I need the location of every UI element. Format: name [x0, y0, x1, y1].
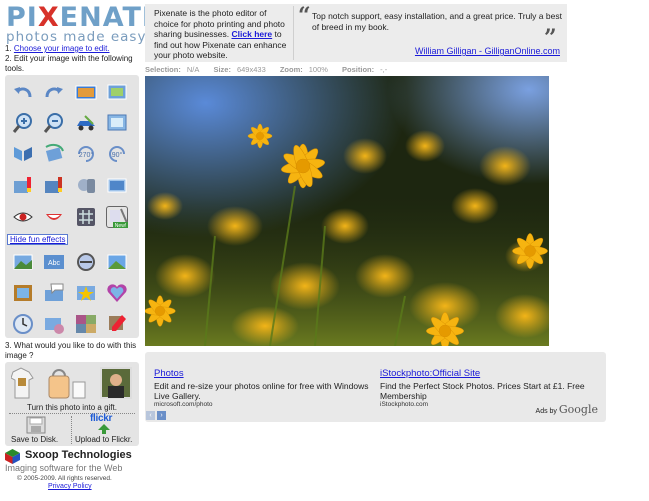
company-tagline: Imaging software for the Web — [5, 463, 123, 473]
grid-icon[interactable] — [75, 206, 97, 228]
testimonial-author-link[interactable]: William Gilligan - GilliganOnline.com — [415, 46, 560, 56]
rotate-left-icon[interactable] — [12, 81, 34, 103]
status-bar: Selection: N/A Size: 649x433 Zoom: 100% Pos… — [145, 65, 388, 74]
prev-ad-icon[interactable]: ‹ — [146, 411, 155, 420]
flip-icon[interactable] — [12, 143, 34, 165]
privacy-policy-link[interactable]: Privacy Policy — [48, 483, 92, 490]
mail-icon[interactable] — [43, 313, 65, 335]
sxoop-cube-icon — [5, 449, 20, 464]
star-icon[interactable] — [75, 282, 97, 304]
open-quote-icon: “ — [298, 3, 311, 29]
ad-title[interactable]: Photos — [154, 368, 184, 379]
picture-frame-icon[interactable] — [12, 282, 34, 304]
pencil-icon[interactable] — [106, 313, 128, 335]
landscape-icon[interactable] — [12, 251, 34, 273]
step3-question: 3. What would you like to do with this i… — [5, 341, 137, 360]
speech-bubble-icon[interactable] — [43, 282, 65, 304]
export-options: Turn this photo into a gift. Save to Dis… — [5, 362, 139, 446]
logo-tagline: photos made easy — [6, 29, 147, 45]
choose-image-link[interactable]: Choose your image to edit. — [14, 44, 110, 53]
copyright: © 2005-2009. All rights reserved. — [17, 475, 112, 482]
photo-canvas[interactable] — [145, 76, 549, 346]
save-to-disk-link[interactable]: Save to Disk. — [11, 435, 58, 444]
rotate-icon[interactable] — [43, 143, 65, 165]
ad-panel: Photos Edit and re-size your photos onli… — [145, 352, 606, 422]
frame-icon[interactable] — [106, 112, 128, 134]
resize-icon[interactable] — [75, 81, 97, 103]
ad-url: microsoft.com/photo — [154, 401, 213, 408]
ad-navigation: ‹ › — [146, 404, 168, 422]
zoom-in-icon[interactable] — [12, 112, 34, 134]
rotate-90-label: 90° — [112, 151, 123, 159]
levels-icon[interactable] — [106, 175, 128, 197]
ads-by-google[interactable]: Ads by Google — [536, 403, 598, 416]
save-disk-icon[interactable] — [26, 416, 46, 434]
testimonial: “ Top notch support, easy installation, … — [293, 3, 564, 60]
zoom-value: 100% — [308, 65, 328, 74]
contrast-icon[interactable] — [43, 175, 65, 197]
hide-fun-effects-link[interactable]: Hide fun effects — [7, 234, 69, 245]
text-abc-label: Abc — [48, 260, 61, 267]
ad-text: Find the Perfect Stock Photos. Prices St… — [380, 381, 585, 401]
flickr-icon[interactable]: flickr — [90, 414, 130, 434]
selection-value: N/A — [186, 65, 200, 74]
rotate-270-label: 270° — [79, 151, 94, 159]
ad-title[interactable]: iStockphoto:Official Site — [380, 368, 480, 379]
brightness-icon[interactable] — [12, 175, 34, 197]
smile-icon[interactable] — [43, 206, 65, 228]
close-quote-icon: ” — [544, 25, 557, 51]
tool-palette: 270° 90° New! Hide fun effects Abc — [5, 75, 139, 338]
crop-icon[interactable] — [106, 81, 128, 103]
rotate-right-icon[interactable] — [43, 81, 65, 103]
intro-text: Pixenate is the photo editor of choice f… — [154, 8, 287, 60]
text-icon[interactable]: Abc — [43, 251, 65, 273]
info-bar: Pixenate is the photo editor of choice f… — [145, 4, 567, 62]
testimonial-text: Top notch support, easy installation, an… — [312, 11, 562, 32]
lens-icon[interactable] — [75, 251, 97, 273]
new-badge: New! — [115, 223, 126, 229]
flower-photo — [145, 76, 549, 346]
sharpen-icon[interactable] — [75, 175, 97, 197]
clock-icon[interactable] — [12, 313, 34, 335]
steps-instructions: 1. Choose your image to edit. 2. Edit yo… — [5, 44, 145, 74]
zoom-out-icon[interactable] — [43, 112, 65, 134]
red-eye-car-icon[interactable] — [75, 112, 97, 134]
collage-icon[interactable] — [75, 313, 97, 335]
ad-item-photos[interactable]: Photos Edit and re-size your photos onli… — [154, 363, 374, 408]
size-value: 649x433 — [236, 65, 266, 74]
company-name: Sxoop Technologies — [25, 449, 132, 461]
upload-to-flickr-link[interactable]: Upload to Flickr. — [75, 435, 132, 444]
new-tool-icon[interactable]: New! — [106, 206, 128, 229]
eye-icon[interactable] — [12, 206, 34, 228]
rotate-90-icon[interactable]: 90° — [106, 143, 128, 165]
step2-text: 2. Edit your image with the following to… — [5, 54, 133, 73]
pixenate-logo: PIXENATE photos made easy — [6, 2, 162, 45]
next-ad-icon[interactable]: › — [157, 411, 166, 420]
heart-icon[interactable] — [106, 282, 128, 304]
film-icon[interactable] — [106, 251, 128, 273]
position-value: -,- — [380, 65, 388, 74]
ad-item-istockphoto[interactable]: iStockphoto:Official Site Find the Perfe… — [380, 363, 600, 408]
sidebar: PIXENATE photos made easy 1. Choose your… — [0, 0, 160, 501]
click-here-link[interactable]: Click here — [232, 29, 273, 39]
rotate-270-icon[interactable]: 270° — [75, 143, 97, 165]
gift-label[interactable]: Turn this photo into a gift. — [5, 403, 139, 412]
ad-text: Edit and re-size your photos online for … — [154, 381, 369, 401]
gift-products-icon[interactable] — [10, 366, 133, 400]
